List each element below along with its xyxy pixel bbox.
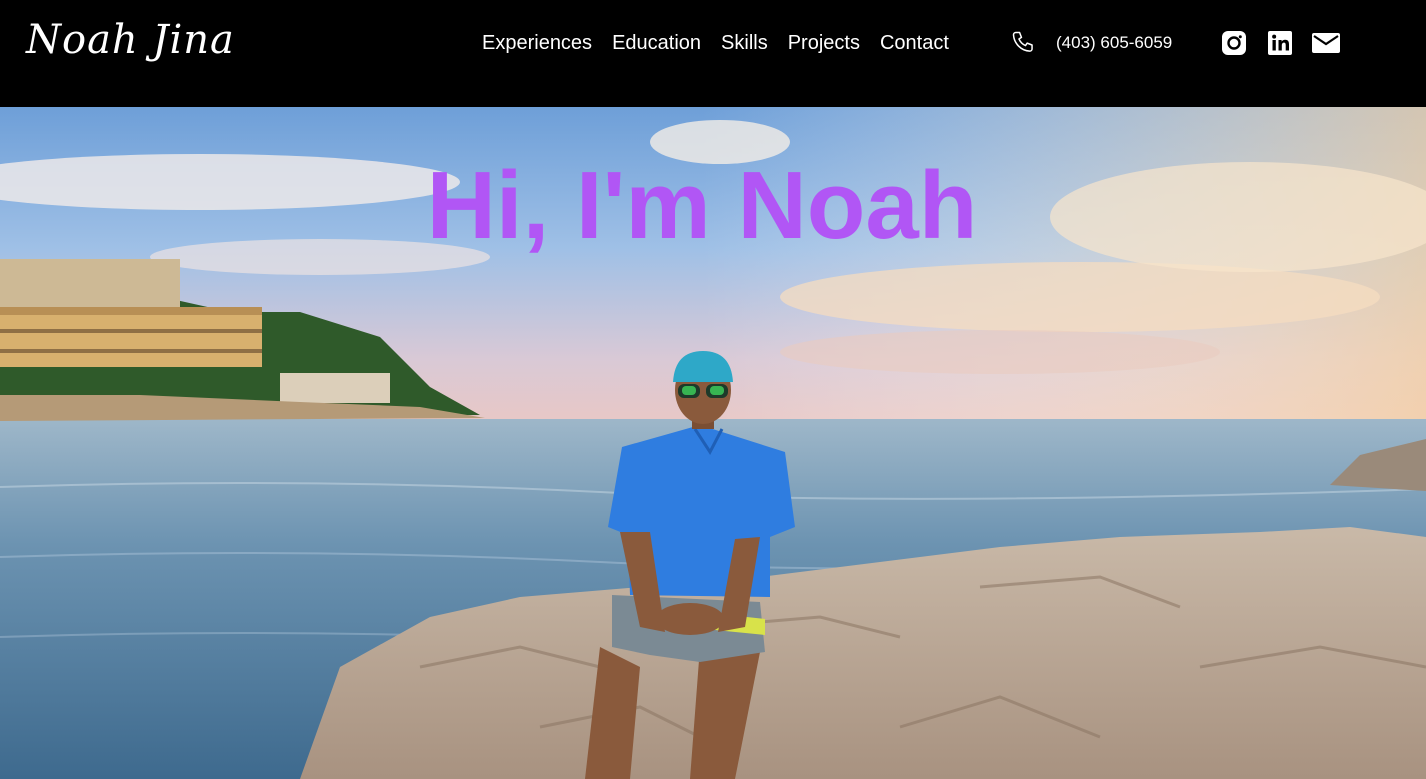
nav-contact[interactable]: Contact <box>880 29 949 57</box>
page: Noah Jina Experiences Education Skills P… <box>0 0 1426 779</box>
mail-icon[interactable] <box>1311 29 1340 57</box>
phone-icon <box>1010 29 1038 57</box>
hero-section: Hi, I'm Noah <box>0 107 1426 779</box>
linkedin-icon[interactable] <box>1266 29 1294 57</box>
nav-education[interactable]: Education <box>612 29 701 57</box>
phone-number-link[interactable]: (403) 605-6059 <box>1056 32 1172 54</box>
logo[interactable]: Noah Jina <box>26 12 235 68</box>
nav-skills[interactable]: Skills <box>721 29 768 57</box>
hero-title: Hi, I'm Noah <box>426 152 978 259</box>
instagram-icon[interactable] <box>1220 29 1248 57</box>
site-header: Noah Jina Experiences Education Skills P… <box>0 0 1426 107</box>
nav-experiences[interactable]: Experiences <box>482 29 592 57</box>
nav-projects[interactable]: Projects <box>788 29 860 57</box>
main-nav: Experiences Education Skills Projects Co… <box>482 29 949 57</box>
